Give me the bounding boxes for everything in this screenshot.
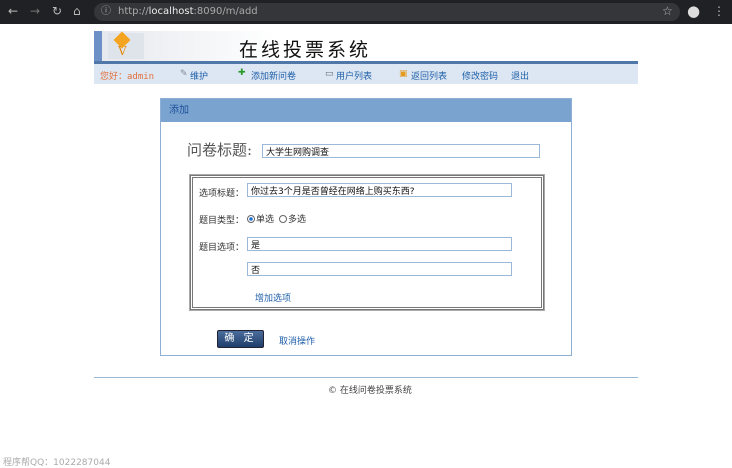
- option-input-2[interactable]: [247, 262, 512, 276]
- cancel-link[interactable]: 取消操作: [279, 334, 315, 347]
- star-icon[interactable]: ☆: [662, 4, 673, 18]
- url-path: :8090/m/add: [193, 6, 258, 17]
- footer-copyright: © 在线问卷投票系统: [328, 386, 412, 396]
- comment-icon: ▭: [325, 69, 334, 79]
- url-host: localhost: [148, 6, 194, 17]
- list-icon: ▣: [399, 69, 408, 79]
- nav-bar: 您好：admin ✎ 维护 ✚ 添加新问卷 ▭ 用户列表 ▣ 返回列表 修改密码…: [94, 61, 638, 84]
- back-icon[interactable]: ←: [8, 4, 18, 18]
- panel-title: 添加: [161, 99, 571, 122]
- nav-logout[interactable]: 退出: [511, 69, 529, 82]
- wrench-icon: ✎: [180, 69, 188, 79]
- add-option-link[interactable]: 增加选项: [255, 291, 291, 304]
- radio-single[interactable]: 单选: [247, 212, 274, 225]
- type-label: 题目类型：: [199, 216, 245, 226]
- logo: V: [108, 31, 144, 59]
- browser-toolbar: ← → ↻ ⌂ ⓘ http://localhost:8090/m/add ☆ …: [0, 0, 732, 24]
- radio-multiple[interactable]: 多选: [279, 212, 306, 225]
- url-scheme: http://: [118, 6, 149, 17]
- nav-user-list[interactable]: 用户列表: [336, 69, 372, 82]
- option-input-1[interactable]: [247, 237, 512, 251]
- reload-icon[interactable]: ↻: [52, 4, 62, 18]
- home-icon[interactable]: ⌂: [73, 4, 81, 18]
- add-panel: 添加 问卷标题: 选项标题： 题目类型： 单选 多选 题目选项： 增加选项 确 …: [160, 98, 572, 356]
- divider: [94, 377, 638, 378]
- profile-icon[interactable]: ●: [687, 2, 700, 20]
- question-input[interactable]: [247, 183, 512, 197]
- options-label: 题目选项：: [199, 243, 245, 253]
- site-title: 在线投票系统: [239, 39, 372, 61]
- confirm-button[interactable]: 确 定: [217, 330, 264, 348]
- site-banner: V 在线投票系统: [94, 31, 638, 61]
- info-icon: ⓘ: [101, 6, 111, 17]
- question-box: 选项标题： 题目类型： 单选 多选 题目选项： 增加选项: [189, 174, 545, 311]
- survey-title-label: 问卷标题:: [187, 141, 253, 159]
- plus-icon: ✚: [238, 68, 246, 78]
- address-bar[interactable]: ⓘ http://localhost:8090/m/add: [94, 3, 680, 21]
- nav-add-survey[interactable]: 添加新问卷: [251, 69, 296, 82]
- nav-back-list[interactable]: 返回列表: [411, 69, 447, 82]
- watermark: 程序帮QQ：1022287044: [3, 458, 111, 468]
- survey-title-input[interactable]: [262, 144, 540, 158]
- forward-icon[interactable]: →: [30, 4, 40, 18]
- question-label: 选项标题：: [199, 189, 245, 199]
- menu-icon[interactable]: ⋮: [713, 4, 725, 18]
- greeting: 您好：admin: [100, 72, 155, 82]
- nav-maintain[interactable]: 维护: [190, 69, 208, 82]
- nav-change-password[interactable]: 修改密码: [462, 69, 498, 82]
